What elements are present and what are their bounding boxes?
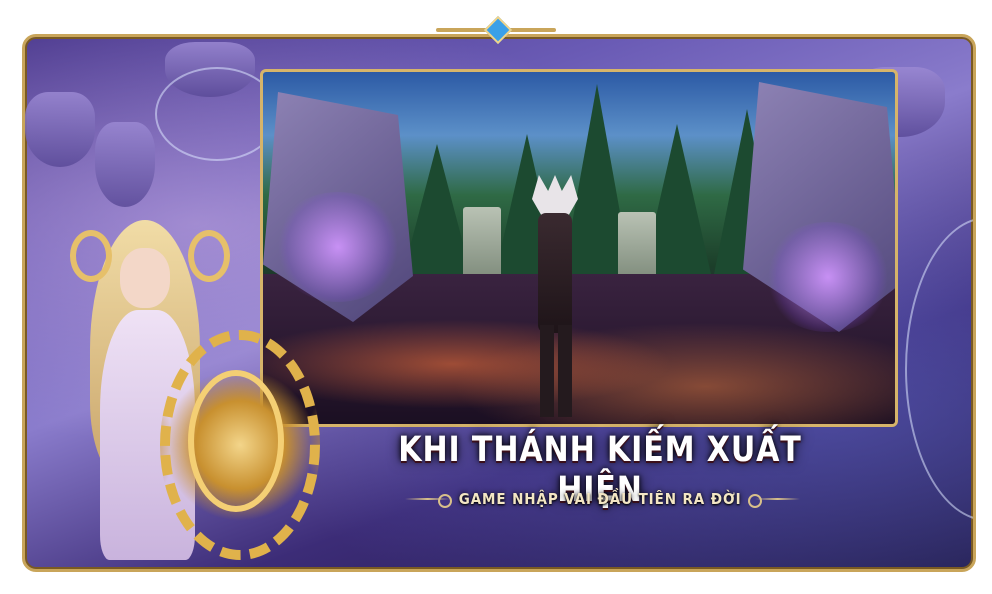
subtitle-container: GAME NHẬP VAI ĐẦU TIÊN RA ĐỜI <box>400 485 800 513</box>
stone-pillar <box>618 212 656 282</box>
goddess-headpiece <box>70 230 112 282</box>
crest-wing <box>436 28 490 32</box>
crest-gem-icon <box>483 15 513 45</box>
character-hair <box>532 175 578 215</box>
floating-island <box>25 92 95 167</box>
frame-corner-ornament <box>25 37 59 71</box>
stone-pillar <box>463 207 501 282</box>
magic-glow <box>273 192 403 302</box>
subtitle-ornament-right <box>748 494 762 508</box>
goddess-headpiece <box>188 230 230 282</box>
frame-corner-ornament <box>939 535 973 569</box>
character-leg <box>540 325 554 417</box>
goddess-face <box>120 248 170 308</box>
frame-corner-ornament <box>939 37 973 71</box>
character-leg <box>558 325 572 417</box>
gear-emblem-ring <box>188 370 284 512</box>
banner-subtitle: GAME NHẬP VAI ĐẦU TIÊN RA ĐỜI <box>458 490 742 508</box>
subtitle-divider-right <box>755 498 800 500</box>
magic-arc <box>905 217 973 521</box>
magic-glow <box>763 222 893 332</box>
pine-tree <box>403 144 471 274</box>
player-character <box>520 175 590 420</box>
floating-island <box>95 122 155 207</box>
top-crest-ornament <box>436 6 556 46</box>
character-body <box>538 213 572 333</box>
